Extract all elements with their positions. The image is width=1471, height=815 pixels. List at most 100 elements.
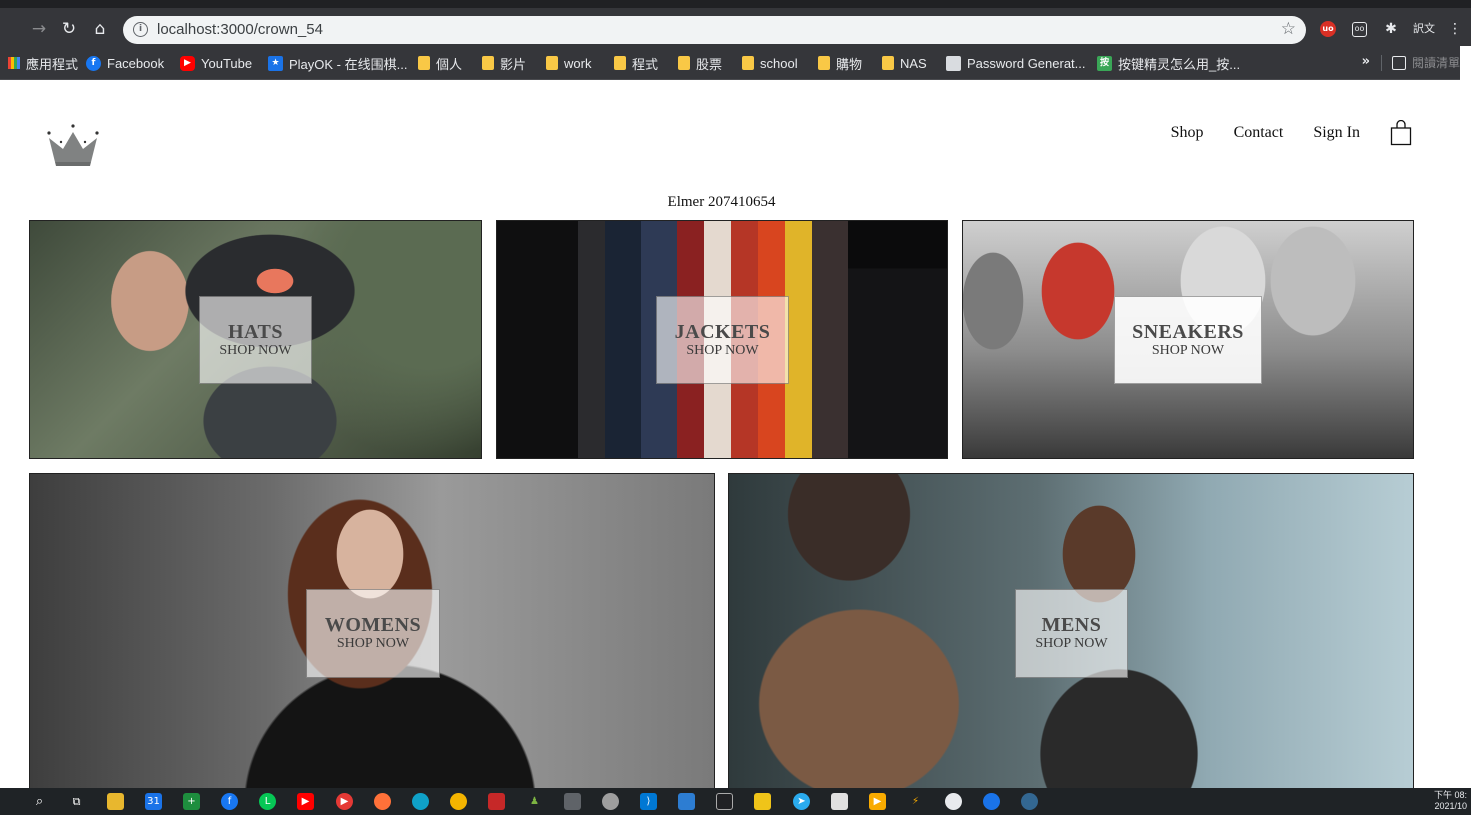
- bookmark-label: NAS: [900, 55, 927, 71]
- reading-list-button[interactable]: 閱讀清單: [1391, 54, 1460, 71]
- bookmark-password-generator[interactable]: Password Generat...: [946, 54, 1086, 72]
- bookmark-label: school: [760, 55, 798, 71]
- bookmark-folder[interactable]: NAS: [882, 54, 927, 72]
- directory-item-mens[interactable]: MENS SHOP NOW: [728, 473, 1414, 788]
- menu-item-content[interactable]: JACKETS SHOP NOW: [656, 296, 789, 384]
- menu-item-content[interactable]: HATS SHOP NOW: [199, 296, 312, 384]
- system-clock[interactable]: 下午 08: 2021/10: [1434, 790, 1467, 812]
- bookmark-apps[interactable]: 應用程式: [8, 54, 78, 72]
- bookmark-folder[interactable]: school: [742, 54, 798, 72]
- reading-list-icon: [1391, 55, 1406, 70]
- forward-icon[interactable]: →: [28, 18, 50, 40]
- bookmarks-bar: 應用程式 f Facebook ▶ YouTube ★ PlayOK - 在线围…: [0, 46, 1460, 80]
- add-icon[interactable]: +: [183, 793, 200, 810]
- firefox-icon[interactable]: [374, 793, 391, 810]
- telegram-icon[interactable]: ➤: [793, 793, 810, 810]
- search-icon[interactable]: ⌕: [31, 793, 48, 810]
- bookmark-label: 個人: [436, 56, 463, 72]
- bookmark-folder[interactable]: 購物: [818, 54, 862, 72]
- bookmark-label: 程式: [632, 56, 659, 72]
- page-icon: [946, 55, 961, 71]
- bookmark-playok[interactable]: ★ PlayOK - 在线围棋...: [268, 54, 407, 72]
- nav-sign-in-link[interactable]: Sign In: [1313, 124, 1360, 142]
- site-nav: Shop Contact Sign In: [1171, 120, 1412, 146]
- bookmark-folder[interactable]: 影片: [482, 54, 526, 72]
- bookmark-youtube[interactable]: ▶ YouTube: [180, 54, 252, 72]
- address-bar[interactable]: i localhost:3000/crown_54 ☆: [123, 16, 1306, 44]
- bookmark-label: 購物: [836, 56, 863, 72]
- directory-item-womens[interactable]: WOMENS SHOP NOW: [29, 473, 715, 788]
- bookmark-label: 影片: [500, 56, 527, 72]
- folder-icon: [818, 56, 830, 70]
- line-icon[interactable]: L: [259, 793, 276, 810]
- app-icon[interactable]: [983, 793, 1000, 810]
- task-view-icon[interactable]: ⧉: [68, 793, 85, 810]
- directory-item-jackets[interactable]: JACKETS SHOP NOW: [496, 220, 948, 459]
- puzzle-extensions-icon[interactable]: ✱: [1382, 19, 1400, 39]
- chrome-icon[interactable]: [450, 793, 467, 810]
- calculator-icon[interactable]: [564, 793, 581, 810]
- menu-item-title: JACKETS: [674, 320, 771, 343]
- url-text[interactable]: localhost:3000/crown_54: [157, 21, 323, 38]
- menu-item-title: WOMENS: [324, 614, 422, 637]
- bookmark-folder[interactable]: 程式: [614, 54, 658, 72]
- extension-box-icon[interactable]: oo: [1352, 22, 1367, 37]
- menu-item-subtitle: SHOP NOW: [1151, 342, 1225, 358]
- info-icon[interactable]: i: [133, 22, 148, 37]
- translate-extension-icon[interactable]: 訳文: [1412, 19, 1436, 39]
- menu-item-content[interactable]: WOMENS SHOP NOW: [306, 589, 440, 678]
- nav-contact-link[interactable]: Contact: [1234, 124, 1284, 142]
- shopping-bag-icon[interactable]: [1390, 120, 1412, 146]
- file-explorer-icon[interactable]: [107, 793, 124, 810]
- app-icon[interactable]: [945, 793, 962, 810]
- menu-item-subtitle: SHOP NOW: [219, 342, 292, 358]
- folder-icon: [614, 56, 626, 70]
- bookmark-keyboard-wizard[interactable]: 按 按键精灵怎么用_按...: [1097, 54, 1240, 72]
- nav-shop-link[interactable]: Shop: [1171, 124, 1204, 142]
- directory-item-sneakers[interactable]: SNEAKERS SHOP NOW: [962, 220, 1414, 459]
- clock-time: 下午 08:: [1433, 790, 1467, 800]
- app-icon[interactable]: ⚡: [907, 793, 924, 810]
- bookmark-label: PlayOK - 在线围棋...: [289, 56, 408, 72]
- user-greeting: Elmer 207410654: [667, 194, 776, 210]
- bookmark-label: 按键精灵怎么用_按...: [1118, 56, 1241, 72]
- bookmark-label: Password Generat...: [967, 55, 1086, 71]
- bookmark-folder[interactable]: work: [546, 54, 591, 72]
- youtube-icon[interactable]: ▶: [297, 793, 314, 810]
- edge-icon[interactable]: [412, 793, 429, 810]
- bookmark-label: 股票: [696, 56, 723, 72]
- media-player-icon[interactable]: ▶: [336, 793, 353, 810]
- app-icon[interactable]: [602, 793, 619, 810]
- ublock-extension-icon[interactable]: uo: [1320, 21, 1336, 37]
- bookmarks-overflow-button[interactable]: »: [1362, 54, 1370, 69]
- app-icon[interactable]: [678, 793, 695, 810]
- reload-icon[interactable]: ↻: [58, 18, 80, 40]
- folder-icon: [418, 56, 430, 70]
- app-icon[interactable]: ▶: [869, 793, 886, 810]
- app-icon[interactable]: [831, 793, 848, 810]
- menu-item-title: SNEAKERS: [1132, 320, 1244, 343]
- menu-item-content[interactable]: MENS SHOP NOW: [1015, 589, 1128, 678]
- crown-logo-icon[interactable]: [45, 122, 101, 168]
- directory-item-hats[interactable]: HATS SHOP NOW: [29, 220, 482, 459]
- app-icon[interactable]: [488, 793, 505, 810]
- app-icon[interactable]: [754, 793, 771, 810]
- terminal-icon[interactable]: [716, 793, 733, 810]
- postgres-icon[interactable]: [1021, 793, 1038, 810]
- facebook-icon[interactable]: f: [221, 793, 238, 810]
- calendar-icon[interactable]: 31: [145, 793, 162, 810]
- menu-item-content[interactable]: SNEAKERS SHOP NOW: [1114, 296, 1262, 384]
- bookmark-facebook[interactable]: f Facebook: [86, 54, 164, 72]
- star-icon[interactable]: ☆: [1281, 19, 1296, 39]
- facebook-icon: f: [86, 55, 101, 71]
- home-icon[interactable]: ⌂: [89, 18, 111, 40]
- bookmark-label: YouTube: [201, 55, 253, 71]
- folder-icon: [482, 56, 494, 70]
- menu-dots-icon[interactable]: ⋮: [1448, 19, 1462, 39]
- app-icon[interactable]: ♟: [526, 793, 543, 810]
- clock-date: 2021/10: [1434, 801, 1467, 811]
- bookmark-folder[interactable]: 股票: [678, 54, 722, 72]
- vscode-icon[interactable]: ⟩: [640, 793, 657, 810]
- bookmark-folder[interactable]: 個人: [418, 54, 462, 72]
- divider: [1381, 55, 1382, 71]
